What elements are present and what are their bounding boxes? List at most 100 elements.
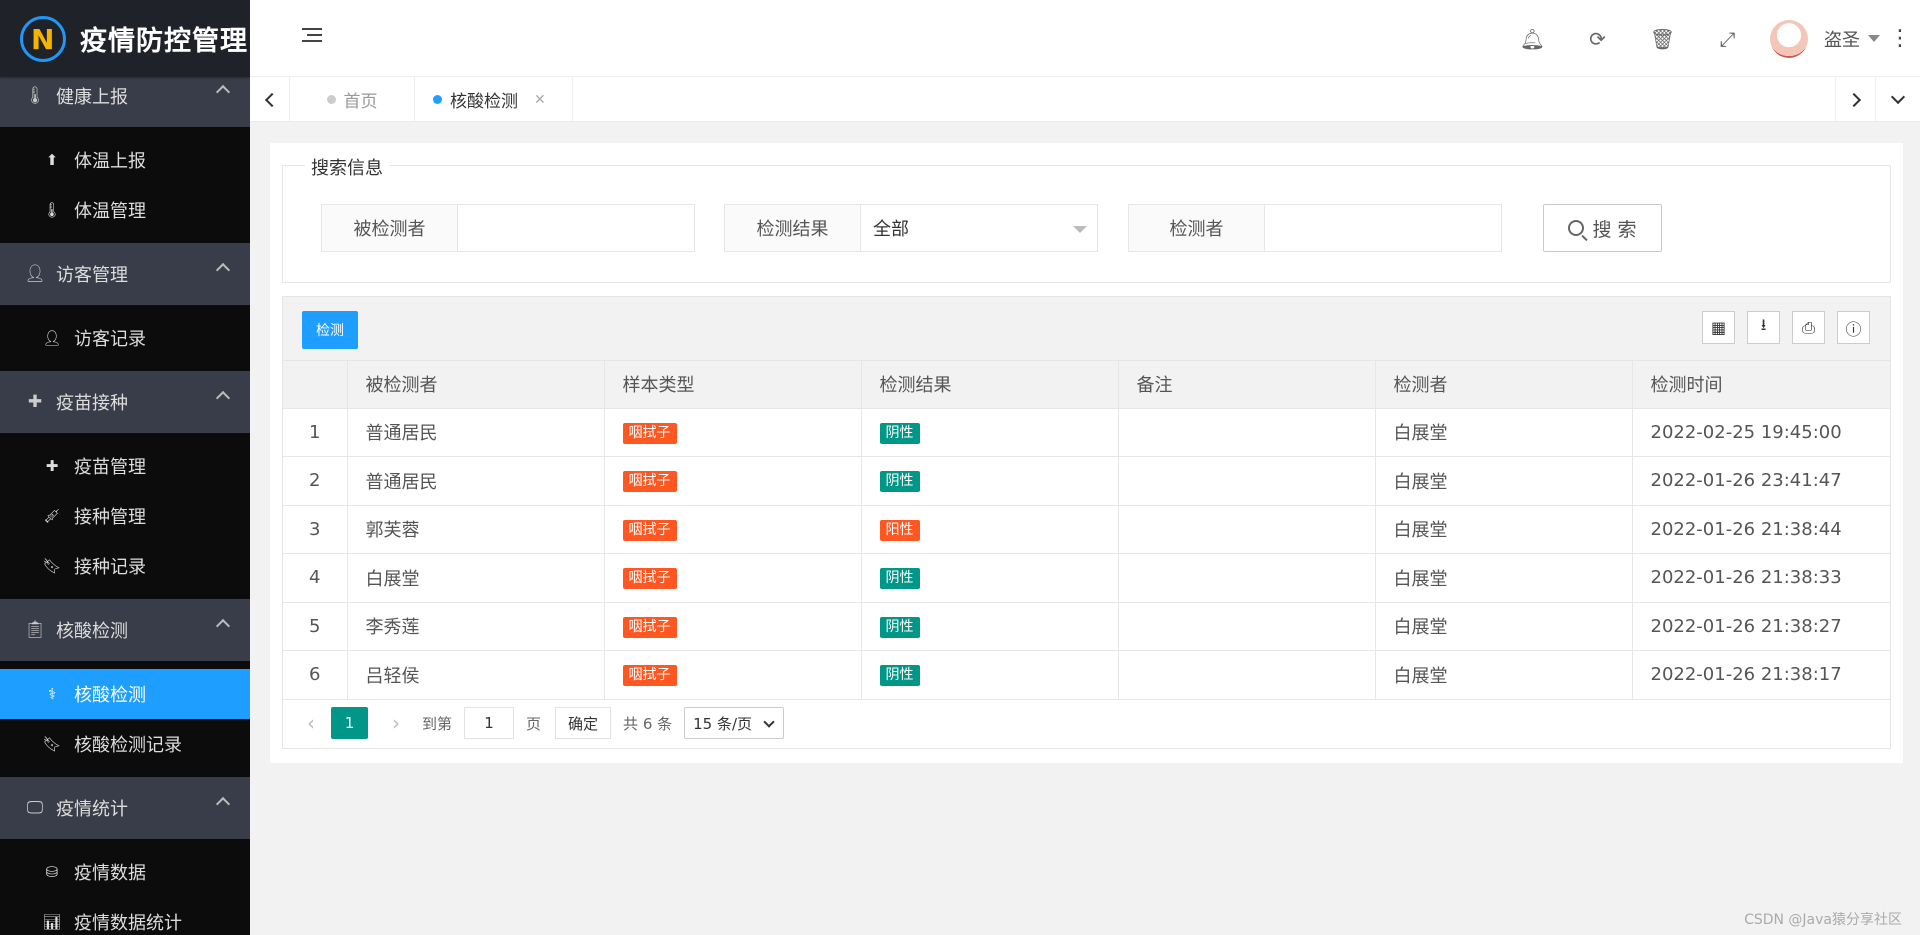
table-row[interactable]: 1 普通居民 咽拭子 阴性 白展堂 2022-02-25 19:45:00 <box>283 408 1890 457</box>
prev-page-icon[interactable]: ‹ <box>297 711 325 735</box>
goto-confirm-button[interactable]: 确定 <box>555 707 612 739</box>
column-header[interactable]: 样本类型 <box>604 361 862 409</box>
chevron-up-icon <box>215 618 231 634</box>
sidebar-item[interactable]: 🔖︎ 核酸检测记录 <box>0 719 250 769</box>
tester-cell: 白展堂 <box>1375 553 1633 603</box>
menu-group-items: ⛁ 疫情数据 📊︎ 疫情数据统计 <box>0 839 250 935</box>
column-header[interactable] <box>283 361 348 409</box>
result-select-value: 全部 <box>873 219 909 240</box>
menu-group-1[interactable]: 👤︎ 访客管理 <box>0 243 250 305</box>
testee-cell: 李秀莲 <box>347 602 605 651</box>
sidebar-item[interactable]: 🔖︎ 接种记录 <box>0 541 250 591</box>
top-header: 🔔︎ ⟳ 🗑︎ ⤢ 盗圣 ⋮ <box>250 0 1920 77</box>
sidebar-item-label: 体温管理 <box>74 201 146 222</box>
row-number: 5 <box>283 602 348 651</box>
result-cell: 阳性 <box>861 505 1119 554</box>
print-icon[interactable]: ⎙ <box>1792 311 1825 344</box>
table-row[interactable]: 5 李秀莲 咽拭子 阴性 白展堂 2022-01-26 21:38:27 <box>283 602 1890 651</box>
result-tag: 阳性 <box>879 519 920 541</box>
sidebar-item[interactable]: ⬆ 体温上报 <box>0 135 250 185</box>
table-toolbar: 检测 ▦ ⭳ ⎙ ⓘ <box>283 297 1890 361</box>
table-body: 1 普通居民 咽拭子 阴性 白展堂 2022-02-25 19:45:00 2 普通居民 咽拭子… <box>283 408 1890 700</box>
row-number: 1 <box>283 408 348 457</box>
tester-label: 检测者 <box>1128 204 1265 252</box>
sample-cell: 咽拭子 <box>604 408 862 457</box>
sidebar-item-label: 访客记录 <box>74 329 146 350</box>
result-cell: 阴性 <box>861 408 1119 457</box>
menu-group-items: ✚ 疫苗管理 💉︎ 接种管理 🔖︎ 接种记录 <box>0 433 250 599</box>
menu-group-2[interactable]: ✚ 疫苗接种 <box>0 371 250 433</box>
sidebar-item-label: 体温上报 <box>74 151 146 172</box>
sidebar-item[interactable]: ⚕ 核酸检测 <box>0 669 250 719</box>
sample-cell: 咽拭子 <box>604 505 862 554</box>
sidebar: 🌡︎ 健康上报 ⬆ 体温上报 🌡︎ 体温管理 👤︎ 访客管理 👤︎ 访客记录 ✚ 疫苗接种 ✚ 疫苗管理 💉… <box>0 0 250 935</box>
sidebar-item[interactable]: ✚ 疫苗管理 <box>0 441 250 491</box>
search-icon <box>1568 220 1585 236</box>
column-header[interactable]: 检测结果 <box>861 361 1119 409</box>
column-header[interactable]: 检测者 <box>1375 361 1633 409</box>
upload-circle-icon: ⬆ <box>45 151 59 169</box>
pagination: ‹ 1 › 到第 1 页 确定 共 6 条 15 条/页 <box>283 698 1890 748</box>
column-header[interactable]: 被检测者 <box>347 361 605 409</box>
column-header[interactable]: 备注 <box>1118 361 1376 409</box>
row-number: 6 <box>283 650 348 700</box>
bookmark-icon: 🔖︎ <box>42 557 62 575</box>
check-button[interactable]: 检测 <box>302 311 358 349</box>
export-icon[interactable]: ⭳ <box>1747 311 1780 344</box>
tab-nucleic-test[interactable]: 核酸检测 ✕ <box>415 77 573 122</box>
column-header[interactable]: 检测时间 <box>1632 361 1890 409</box>
syringe-icon: 💉︎ <box>42 507 62 525</box>
table-row[interactable]: 2 普通居民 咽拭子 阴性 白展堂 2022-01-26 23:41:47 <box>283 456 1890 506</box>
tab-home-label: 首页 <box>343 92 378 112</box>
refresh-icon[interactable]: ⟳ <box>1565 27 1630 51</box>
user-menu[interactable]: 盗圣 <box>1770 19 1880 58</box>
menu-group-items: ⬆ 体温上报 🌡︎ 体温管理 <box>0 127 250 243</box>
data-table-panel: 检测 ▦ ⭳ ⎙ ⓘ 被检测者 样本类型 检测结果 备注 检测者 检测时间 1 普通居民 咽拭… <box>282 296 1891 749</box>
info-icon[interactable]: ⓘ <box>1837 311 1870 344</box>
fullscreen-icon[interactable]: ⤢ <box>1695 27 1760 51</box>
sidebar-item-label: 疫情数据 <box>74 863 146 884</box>
menu-group-3[interactable]: 📋︎ 核酸检测 <box>0 599 250 661</box>
tab-scroll-left-icon[interactable] <box>250 77 290 122</box>
page-size-select[interactable]: 15 条/页 <box>684 707 785 739</box>
bell-icon[interactable]: 🔔︎ <box>1500 27 1565 51</box>
sample-type-tag: 咽拭子 <box>622 616 677 638</box>
result-select[interactable]: 全部 <box>861 204 1098 252</box>
sidebar-item-label: 核酸检测 <box>74 685 146 706</box>
trash-icon[interactable]: 🗑︎ <box>1630 27 1695 51</box>
username: 盗圣 <box>1824 29 1860 51</box>
columns-filter-icon[interactable]: ▦ <box>1702 311 1735 344</box>
sidebar-item[interactable]: 🌡︎ 体温管理 <box>0 185 250 235</box>
table-row[interactable]: 6 吕轻侯 咽拭子 阴性 白展堂 2022-01-26 21:38:17 <box>283 650 1890 700</box>
tester-cell: 白展堂 <box>1375 456 1633 506</box>
tester-field: 检测者 <box>1128 204 1502 252</box>
testee-input[interactable] <box>458 204 695 252</box>
tester-input[interactable] <box>1265 204 1502 252</box>
chevron-up-icon <box>215 84 231 100</box>
tab-home[interactable]: 首页 <box>290 77 415 122</box>
close-icon[interactable]: ✕ <box>534 92 546 108</box>
page-label: 页 <box>526 714 542 733</box>
page-1-button[interactable]: 1 <box>331 707 368 739</box>
time-cell: 2022-01-26 21:38:33 <box>1632 553 1890 603</box>
chevron-up-icon <box>215 796 231 812</box>
menu-group-label: 核酸检测 <box>56 621 128 642</box>
goto-page-input[interactable]: 1 <box>464 707 515 739</box>
sidebar-item[interactable]: 👤︎ 访客记录 <box>0 313 250 363</box>
menu-toggle-icon[interactable] <box>302 28 322 46</box>
more-vertical-icon[interactable]: ⋮ <box>1880 26 1920 51</box>
tab-scroll-right-icon[interactable] <box>1835 77 1875 122</box>
search-button[interactable]: 搜 索 <box>1543 204 1662 252</box>
table-row[interactable]: 3 郭芙蓉 咽拭子 阳性 白展堂 2022-01-26 21:38:44 <box>283 505 1890 554</box>
logo[interactable]: 疫情防控管理 <box>0 0 250 77</box>
dropdown-arrow-icon <box>1073 226 1087 233</box>
table-row[interactable]: 4 白展堂 咽拭子 阴性 白展堂 2022-01-26 21:38:33 <box>283 553 1890 603</box>
tab-menu-icon[interactable] <box>1875 77 1920 122</box>
sidebar-item[interactable]: 📊︎ 疫情数据统计 <box>0 897 250 935</box>
sidebar-item[interactable]: ⛁ 疫情数据 <box>0 847 250 897</box>
next-page-icon[interactable]: › <box>382 711 410 735</box>
menu-group-label: 访客管理 <box>56 265 128 286</box>
sidebar-item[interactable]: 💉︎ 接种管理 <box>0 491 250 541</box>
menu-group-4[interactable]: 🖵︎ 疫情统计 <box>0 777 250 839</box>
watermark: CSDN @Java猿分享社区 <box>1744 912 1902 928</box>
